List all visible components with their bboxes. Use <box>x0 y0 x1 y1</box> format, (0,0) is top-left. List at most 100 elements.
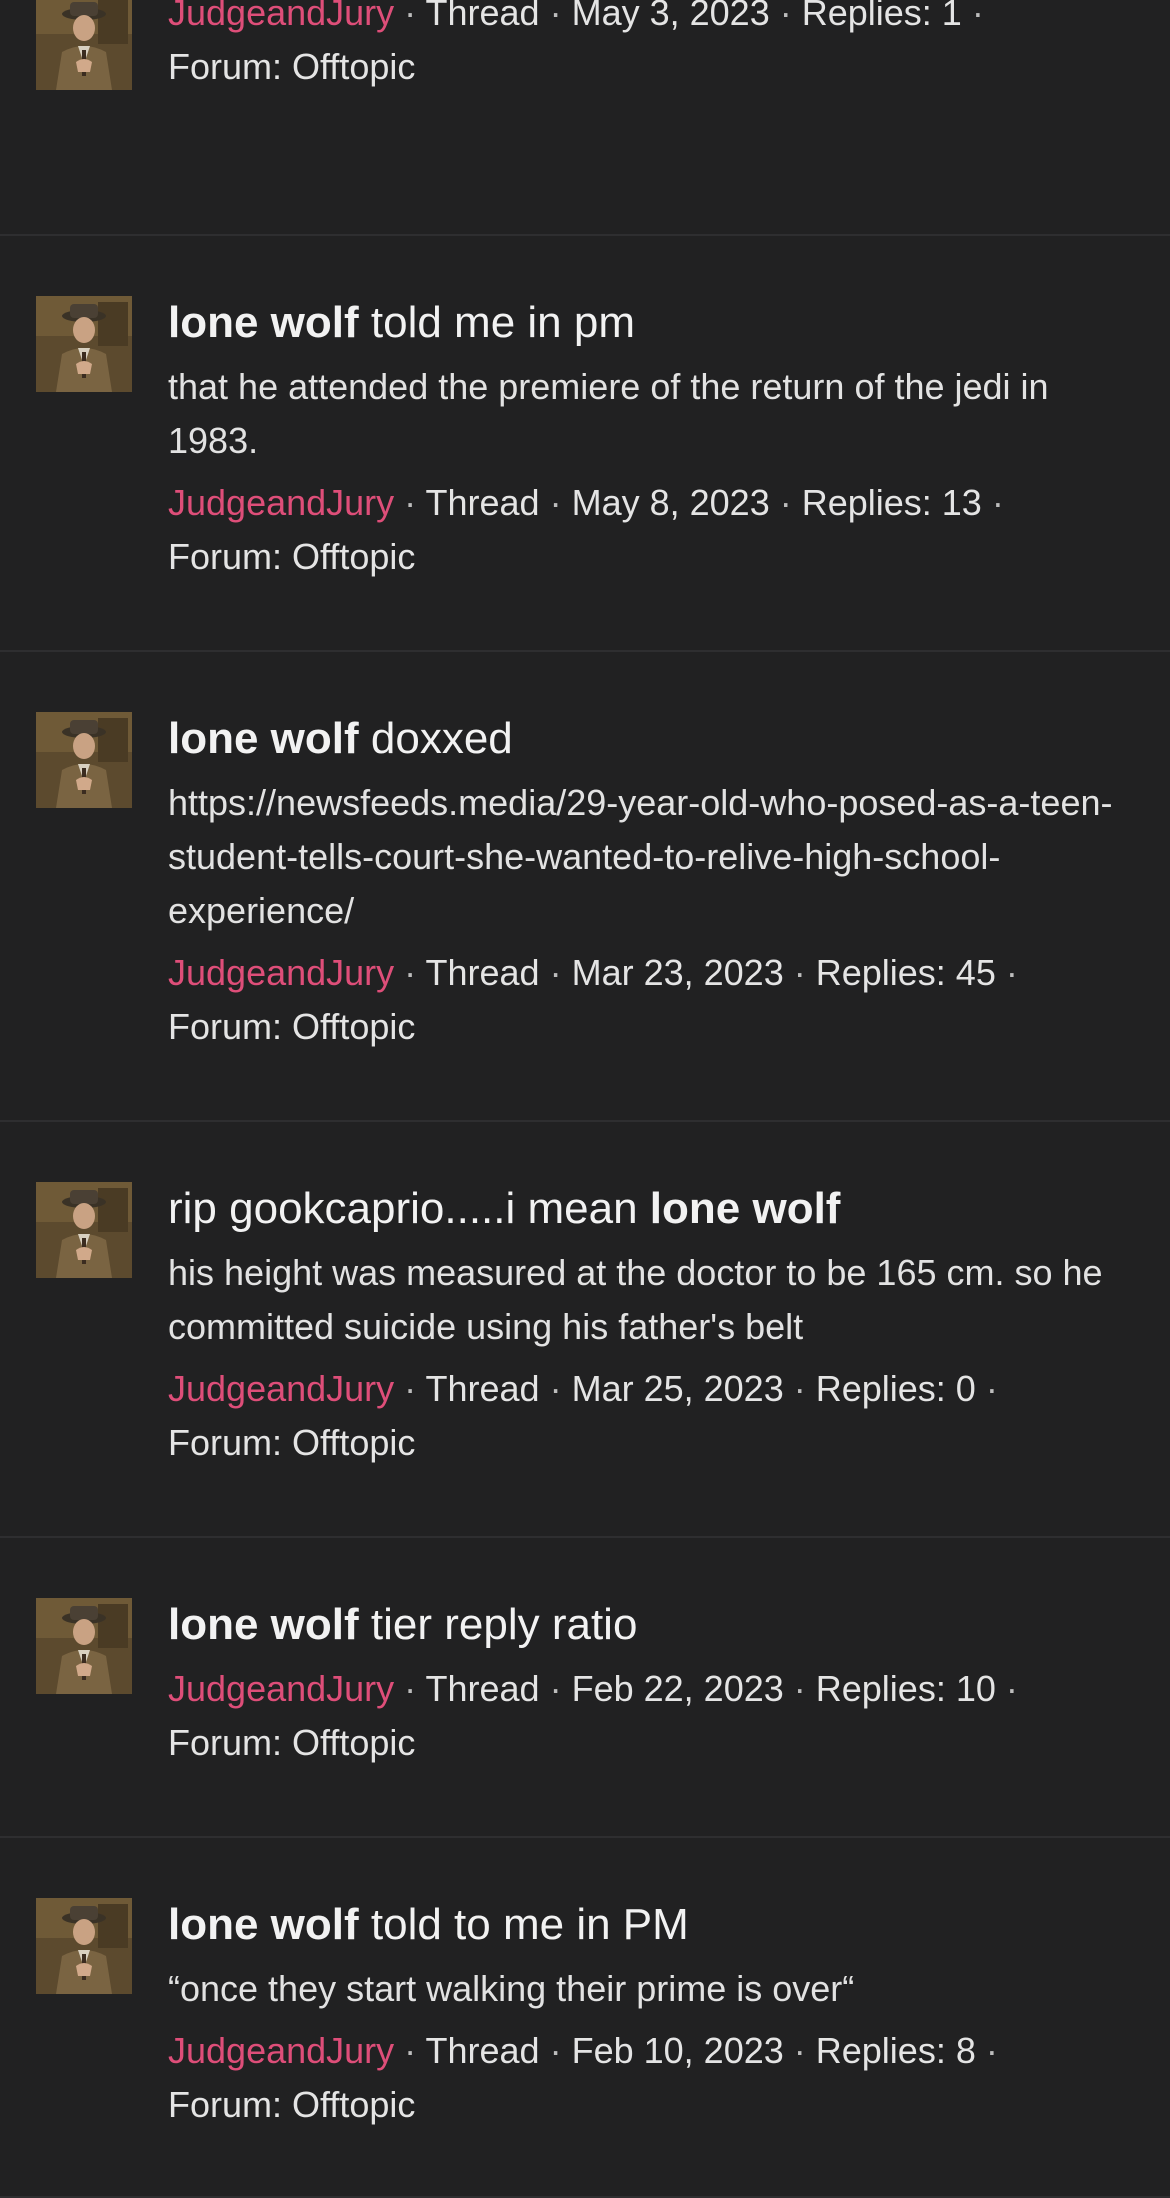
reply-count: Replies: 0 <box>815 1368 976 1409</box>
author-link[interactable]: JudgeandJury <box>168 482 394 523</box>
result-meta: JudgeandJury · Thread · Mar 23, 2023 · R… <box>168 946 1148 1054</box>
result-title[interactable]: lone wolf told to me in PM <box>168 1898 1148 1952</box>
meta-separator: · <box>394 482 426 523</box>
title-suffix: tier reply ratio <box>358 1600 638 1649</box>
forum-link[interactable]: Forum: Offtopic <box>168 1006 415 1047</box>
meta-separator: · <box>539 1668 572 1709</box>
reply-count: Replies: 1 <box>801 0 962 33</box>
search-result-item: lone wolf told to me in PM “once they st… <box>0 1838 1170 2198</box>
avatar-icon <box>36 0 132 90</box>
reply-count: Replies: 45 <box>815 952 996 993</box>
result-title[interactable]: lone wolf told me in pm <box>168 296 1148 350</box>
meta-separator: · <box>539 952 572 993</box>
result-snippet: “once they start walking their prime is … <box>168 1968 855 2009</box>
result-snippet: his height was measured at the doctor to… <box>168 1252 1103 1347</box>
search-result-item: rip gookcaprio.....i mean lone wolf his … <box>0 1122 1170 1538</box>
author-link[interactable]: JudgeandJury <box>168 1368 394 1409</box>
content-type: Thread <box>425 0 540 33</box>
title-highlight: lone wolf <box>168 1600 359 1649</box>
meta-separator: · <box>539 1368 572 1409</box>
meta-separator: · <box>961 0 984 33</box>
post-date: Feb 10, 2023 <box>571 2030 784 2071</box>
avatar-icon <box>36 712 132 808</box>
result-meta: JudgeandJury · Thread · Feb 22, 2023 · R… <box>168 1662 1148 1770</box>
meta-separator: · <box>975 1368 998 1409</box>
meta-separator: · <box>394 2030 426 2071</box>
meta-separator: · <box>995 952 1018 993</box>
reply-count: Replies: 13 <box>801 482 982 523</box>
user-avatar[interactable] <box>36 1182 132 1278</box>
user-avatar[interactable] <box>36 1898 132 1994</box>
search-result-item: lone wolf doxxed https://newsfeeds.media… <box>0 652 1170 1122</box>
post-date: May 8, 2023 <box>571 482 770 523</box>
content-type: Thread <box>425 952 540 993</box>
meta-separator: · <box>394 1668 426 1709</box>
user-avatar[interactable] <box>36 0 132 90</box>
meta-separator: · <box>783 2030 816 2071</box>
post-date: May 3, 2023 <box>571 0 770 33</box>
result-title[interactable]: lone wolf doxxed <box>168 712 1148 766</box>
avatar-icon <box>36 1898 132 1994</box>
post-date: Mar 23, 2023 <box>571 952 784 993</box>
result-meta: JudgeandJury · Thread · May 8, 2023 · Re… <box>168 476 1148 584</box>
result-meta: JudgeandJury · Thread · Mar 25, 2023 · R… <box>168 1362 1148 1470</box>
result-content: lone wolf told to me in PM “once they st… <box>168 1898 1148 2132</box>
avatar-icon <box>36 296 132 392</box>
result-meta: JudgeandJury · Thread · Feb 10, 2023 · R… <box>168 2024 1148 2132</box>
post-date: Feb 22, 2023 <box>571 1668 784 1709</box>
result-content: lone wolf told me in pm that he attended… <box>168 296 1148 584</box>
author-link[interactable]: JudgeandJury <box>168 1668 394 1709</box>
author-link[interactable]: JudgeandJury <box>168 2030 394 2071</box>
meta-separator: · <box>394 0 426 33</box>
meta-separator: · <box>975 2030 998 2071</box>
reply-count: Replies: 10 <box>815 1668 996 1709</box>
meta-separator: · <box>539 2030 572 2071</box>
meta-separator: · <box>394 952 426 993</box>
search-result-item: lone wolf tier reply ratio JudgeandJury … <box>0 1538 1170 1838</box>
title-highlight: lone wolf <box>168 298 359 347</box>
title-suffix: told me in pm <box>358 298 635 347</box>
post-date: Mar 25, 2023 <box>571 1368 784 1409</box>
meta-separator: · <box>539 482 572 523</box>
result-content: lone wolf doxxed https://newsfeeds.media… <box>168 712 1148 1054</box>
result-snippet: that he attended the premiere of the ret… <box>168 366 1049 461</box>
title-suffix: doxxed <box>358 714 513 763</box>
forum-link[interactable]: Forum: Offtopic <box>168 536 415 577</box>
content-type: Thread <box>425 2030 540 2071</box>
result-title[interactable]: lone wolf tier reply ratio <box>168 1598 1148 1652</box>
result-content: rip gookcaprio.....i mean lone wolf his … <box>168 1182 1148 1470</box>
avatar-icon <box>36 1182 132 1278</box>
meta-separator: · <box>783 1368 816 1409</box>
forum-link[interactable]: Forum: Offtopic <box>168 1422 415 1463</box>
result-title[interactable]: rip gookcaprio.....i mean lone wolf <box>168 1182 1148 1236</box>
title-highlight: lone wolf <box>168 714 359 763</box>
content-type: Thread <box>425 482 540 523</box>
meta-separator: · <box>769 482 802 523</box>
meta-separator: · <box>995 1668 1018 1709</box>
forum-link[interactable]: Forum: Offtopic <box>168 2084 415 2125</box>
title-prefix: rip gookcaprio.....i mean <box>168 1184 650 1233</box>
meta-separator: · <box>783 1668 816 1709</box>
forum-link[interactable]: Forum: Offtopic <box>168 46 415 87</box>
title-highlight: lone wolf <box>168 1900 359 1949</box>
content-type: Thread <box>425 1368 540 1409</box>
forum-link[interactable]: Forum: Offtopic <box>168 1722 415 1763</box>
search-result-item: lone wolf told me in pm that he attended… <box>0 236 1170 652</box>
author-link[interactable]: JudgeandJury <box>168 0 394 33</box>
meta-separator: · <box>539 0 572 33</box>
avatar-icon <box>36 1598 132 1694</box>
author-link[interactable]: JudgeandJury <box>168 952 394 993</box>
meta-separator: · <box>769 0 802 33</box>
result-content: lone wolf be like JudgeandJury · Thread … <box>168 0 1148 94</box>
title-highlight: lone wolf <box>649 1184 841 1233</box>
content-type: Thread <box>425 1668 540 1709</box>
user-avatar[interactable] <box>36 296 132 392</box>
meta-separator: · <box>783 952 816 993</box>
result-content: lone wolf tier reply ratio JudgeandJury … <box>168 1598 1148 1770</box>
meta-separator: · <box>394 1368 426 1409</box>
reply-count: Replies: 8 <box>815 2030 976 2071</box>
user-avatar[interactable] <box>36 1598 132 1694</box>
search-result-item: lone wolf be like JudgeandJury · Thread … <box>0 0 1170 236</box>
result-snippet: https://newsfeeds.media/29-year-old-who-… <box>168 782 1113 931</box>
user-avatar[interactable] <box>36 712 132 808</box>
